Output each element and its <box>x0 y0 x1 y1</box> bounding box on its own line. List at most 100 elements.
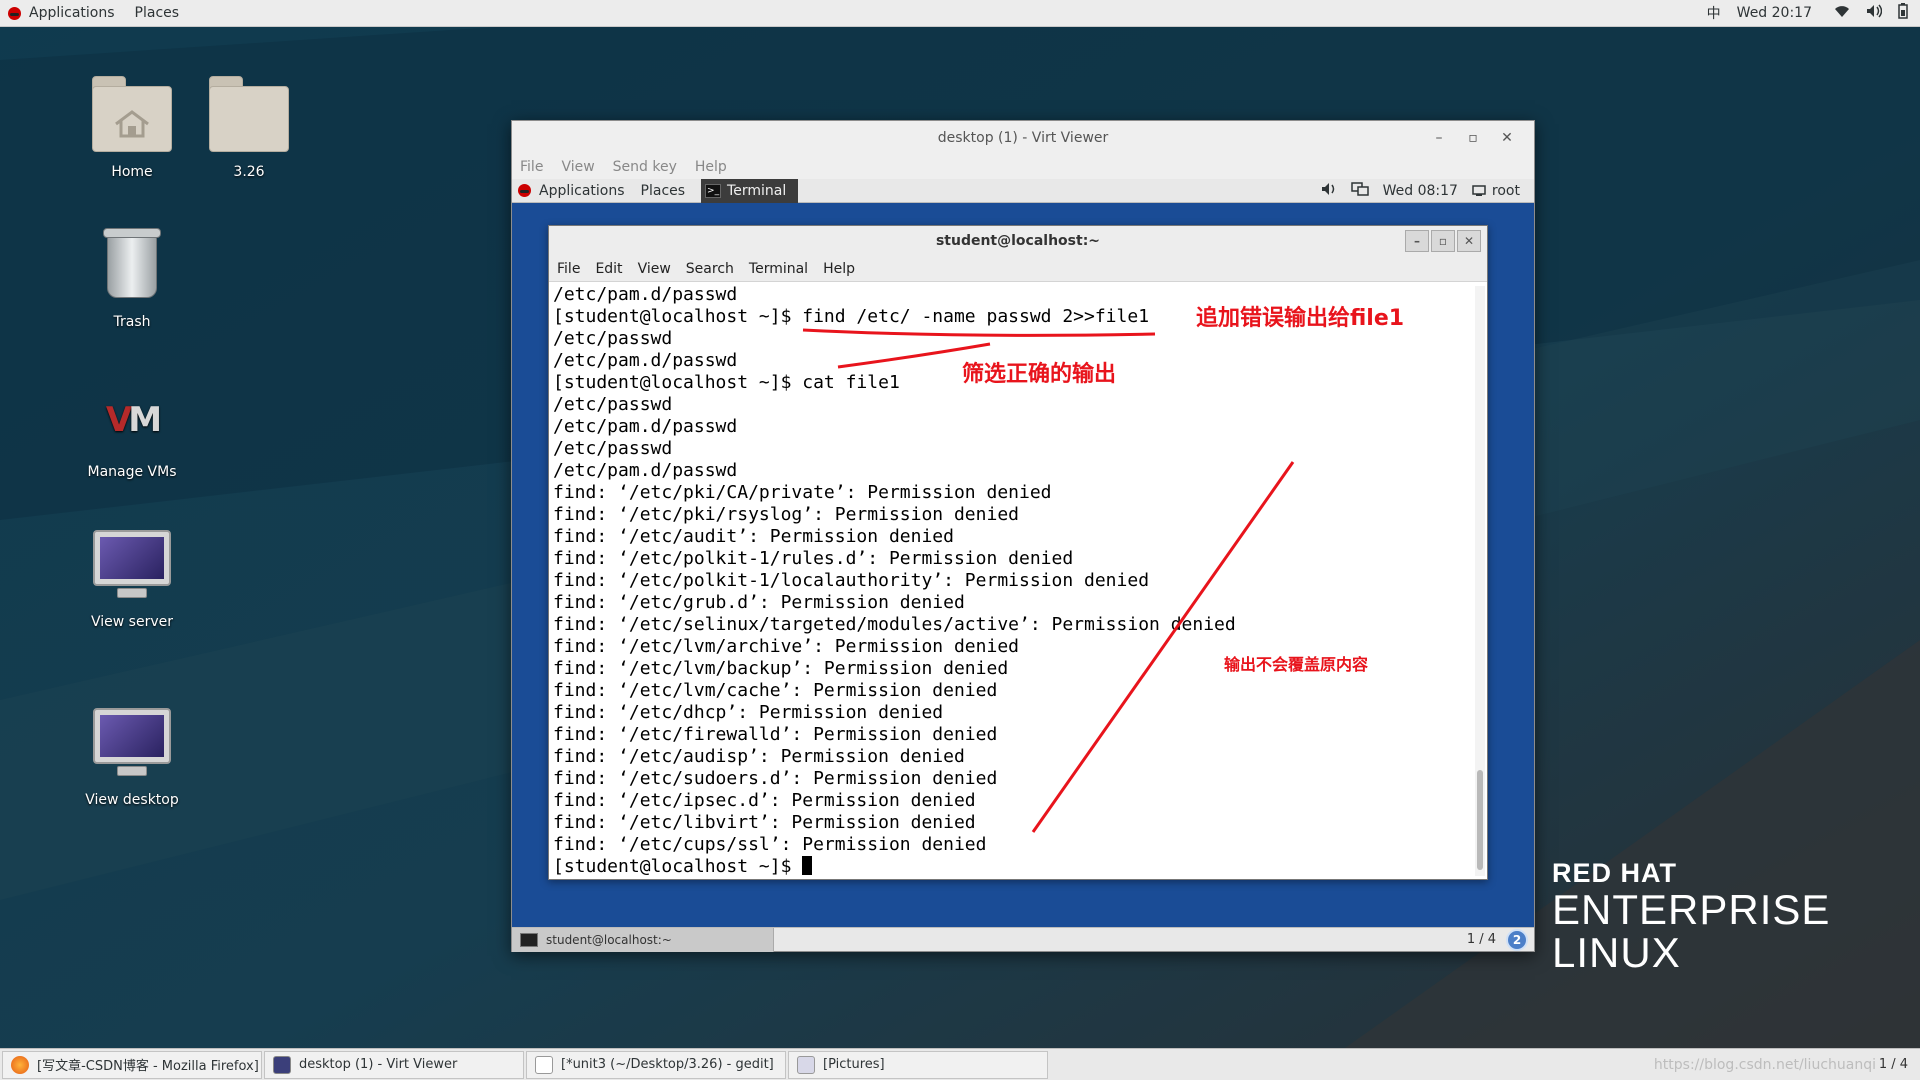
close-button[interactable]: ✕ <box>1490 130 1524 146</box>
workspace-indicator[interactable]: 1 / 4 <box>1467 932 1496 947</box>
terminal-line: find: ‘/etc/polkit-1/rules.d’: Permissio… <box>553 548 1473 570</box>
taskbar-item-pictures[interactable]: [Pictures] <box>788 1050 1048 1079</box>
input-method-indicator[interactable]: 中 <box>1707 3 1721 23</box>
terminal-menu-help[interactable]: Help <box>823 261 855 277</box>
terminal-line: find: ‘/etc/cups/ssl’: Permission denied <box>553 834 1473 856</box>
terminal-line-text: /etc/passwd <box>553 328 673 349</box>
terminal-line: find: ‘/etc/firewalld’: Permission denie… <box>553 724 1473 746</box>
terminal-menu-file[interactable]: File <box>557 261 580 277</box>
volume-icon[interactable] <box>1321 182 1337 200</box>
terminal-line-text: find: ‘/etc/audit’: Permission denied <box>553 526 954 547</box>
guest-places-label: Places <box>640 182 686 199</box>
terminal-line-text: find: ‘/etc/lvm/cache’: Permission denie… <box>553 680 998 701</box>
virt-viewer-titlebar[interactable]: desktop (1) - Virt Viewer – ▫ ✕ <box>512 121 1534 155</box>
firefox-icon <box>11 1055 29 1074</box>
user-menu[interactable]: root <box>1472 183 1520 199</box>
maximize-button[interactable]: ▫ <box>1456 130 1490 146</box>
terminal-line-text: /etc/passwd <box>553 394 673 415</box>
terminal-line: find: ‘/etc/selinux/targeted/modules/act… <box>553 614 1473 636</box>
terminal-line-text: [student@localhost ~]$ find /etc/ -name … <box>553 306 1150 327</box>
home-folder-icon <box>89 72 175 158</box>
terminal-titlebar[interactable]: student@localhost:~ – ▫ ✕ <box>549 226 1487 256</box>
terminal-line-text: /etc/pam.d/passwd <box>553 284 738 305</box>
menu-file[interactable]: File <box>520 159 543 175</box>
desktop-icon-manage-vms[interactable]: VM Manage VMs <box>67 372 197 480</box>
terminal-line: /etc/pam.d/passwd <box>553 416 1473 438</box>
brand-line-2: ENTERPRISE <box>1552 886 1831 933</box>
terminal-menu-terminal[interactable]: Terminal <box>749 261 808 277</box>
menu-help[interactable]: Help <box>695 159 727 175</box>
user-icon <box>1472 184 1486 196</box>
terminal-line-text: find: ‘/etc/firewalld’: Permission denie… <box>553 724 998 745</box>
terminal-line-text: [student@localhost ~]$ cat file1 <box>553 372 900 393</box>
text-editor-icon <box>535 1055 553 1074</box>
terminal-maximize-button[interactable]: ▫ <box>1431 230 1455 252</box>
brand-line-1: RED HAT <box>1552 858 1677 888</box>
volume-icon[interactable] <box>1866 4 1883 22</box>
terminal-minimize-button[interactable]: – <box>1405 230 1429 252</box>
guest-display[interactable]: Applications Places >_ Terminal Wed 08:1… <box>512 178 1534 952</box>
host-taskbar: [写文章-CSDN博客 - Mozilla Firefox] desktop (… <box>0 1048 1920 1080</box>
guest-task-label: student@localhost:~ <box>546 932 672 947</box>
terminal-line: find: ‘/etc/audit’: Permission denied <box>553 526 1473 548</box>
guest-applications-menu[interactable]: Applications <box>518 183 625 199</box>
terminal-line-text: find: ‘/etc/cups/ssl’: Permission denied <box>553 834 987 855</box>
guest-applications-label: Applications <box>539 182 625 199</box>
terminal-line-text: find: ‘/etc/grub.d’: Permission denied <box>553 592 965 613</box>
virt-viewer-window[interactable]: desktop (1) - Virt Viewer – ▫ ✕ File Vie… <box>511 120 1535 952</box>
terminal-line: find: ‘/etc/dhcp’: Permission denied <box>553 702 1473 724</box>
terminal-line: find: ‘/etc/pki/rsyslog’: Permission den… <box>553 504 1473 526</box>
places-menu[interactable]: Places <box>135 5 180 21</box>
desktop-icon-label: View desktop <box>85 792 179 808</box>
taskbar-item-virt-viewer[interactable]: desktop (1) - Virt Viewer <box>264 1050 524 1079</box>
desktop-icon-view-desktop[interactable]: View desktop <box>67 700 197 808</box>
terminal-close-button[interactable]: ✕ <box>1457 230 1481 252</box>
menu-view[interactable]: View <box>561 159 594 175</box>
desktop-icon-label: 3.26 <box>233 164 265 180</box>
terminal-cursor <box>802 856 813 875</box>
guest-places-menu[interactable]: Places <box>641 183 686 199</box>
battery-icon[interactable] <box>1898 3 1908 23</box>
taskbar-item-firefox[interactable]: [写文章-CSDN博客 - Mozilla Firefox] <box>2 1050 262 1079</box>
terminal-line-text: /etc/pam.d/passwd <box>553 350 738 371</box>
minimize-button[interactable]: – <box>1422 130 1456 146</box>
monitor-icon <box>89 522 175 608</box>
workspace-indicator[interactable]: 1 / 4 <box>1879 1057 1908 1072</box>
guest-terminal-app[interactable]: >_ Terminal <box>701 178 799 203</box>
terminal-line: find: ‘/etc/audisp’: Permission denied <box>553 746 1473 768</box>
terminal-line-text: /etc/pam.d/passwd <box>553 460 738 481</box>
annotation-filter-correct: 筛选正确的输出 <box>962 362 1117 387</box>
terminal-line-text: find: ‘/etc/lvm/backup’: Permission deni… <box>553 658 1009 679</box>
terminal-line: find: ‘/etc/grub.d’: Permission denied <box>553 592 1473 614</box>
network-icon[interactable] <box>1350 181 1369 200</box>
terminal-menu-search[interactable]: Search <box>686 261 734 277</box>
terminal-line: /etc/passwd <box>553 438 1473 460</box>
desktop-icon-view-server[interactable]: View server <box>67 522 197 630</box>
terminal-menu-edit[interactable]: Edit <box>595 261 622 277</box>
wifi-icon[interactable] <box>1834 4 1850 22</box>
taskbar-item-gedit[interactable]: [*unit3 (~/Desktop/3.26) - gedit] <box>526 1050 786 1079</box>
terminal-menu-view[interactable]: View <box>638 261 671 277</box>
guest-task-terminal[interactable]: student@localhost:~ <box>512 927 774 952</box>
notification-badge[interactable]: 2 <box>1506 928 1528 951</box>
taskbar-item-label: [*unit3 (~/Desktop/3.26) - gedit] <box>561 1057 774 1072</box>
terminal-line-text: [student@localhost ~]$ <box>553 856 803 877</box>
terminal-line: find: ‘/etc/libvirt’: Permission denied <box>553 812 1473 834</box>
desktop-icon-label: Home <box>111 164 153 180</box>
applications-label: Applications <box>29 5 115 21</box>
desktop-icon-trash[interactable]: Trash <box>67 222 197 330</box>
brand-line-3: LINUX <box>1552 929 1681 976</box>
window-title: desktop (1) - Virt Viewer <box>937 130 1109 146</box>
desktop-icon-3-26[interactable]: 3.26 <box>184 72 314 180</box>
terminal-scrollbar[interactable] <box>1475 286 1485 876</box>
terminal-line: find: ‘/etc/lvm/cache’: Permission denie… <box>553 680 1473 702</box>
clock[interactable]: Wed 20:17 <box>1737 5 1812 21</box>
guest-clock[interactable]: Wed 08:17 <box>1383 183 1458 199</box>
desktop-icon-home[interactable]: Home <box>67 72 197 180</box>
terminal-line-text: find: ‘/etc/sudoers.d’: Permission denie… <box>553 768 998 789</box>
menu-send-key[interactable]: Send key <box>613 159 677 175</box>
terminal-line-text: /etc/pam.d/passwd <box>553 416 738 437</box>
redhat-branding: RED HAT ENTERPRISE LINUX <box>1552 858 1830 975</box>
applications-menu[interactable]: Applications <box>8 5 115 21</box>
scrollbar-thumb[interactable] <box>1477 770 1483 870</box>
